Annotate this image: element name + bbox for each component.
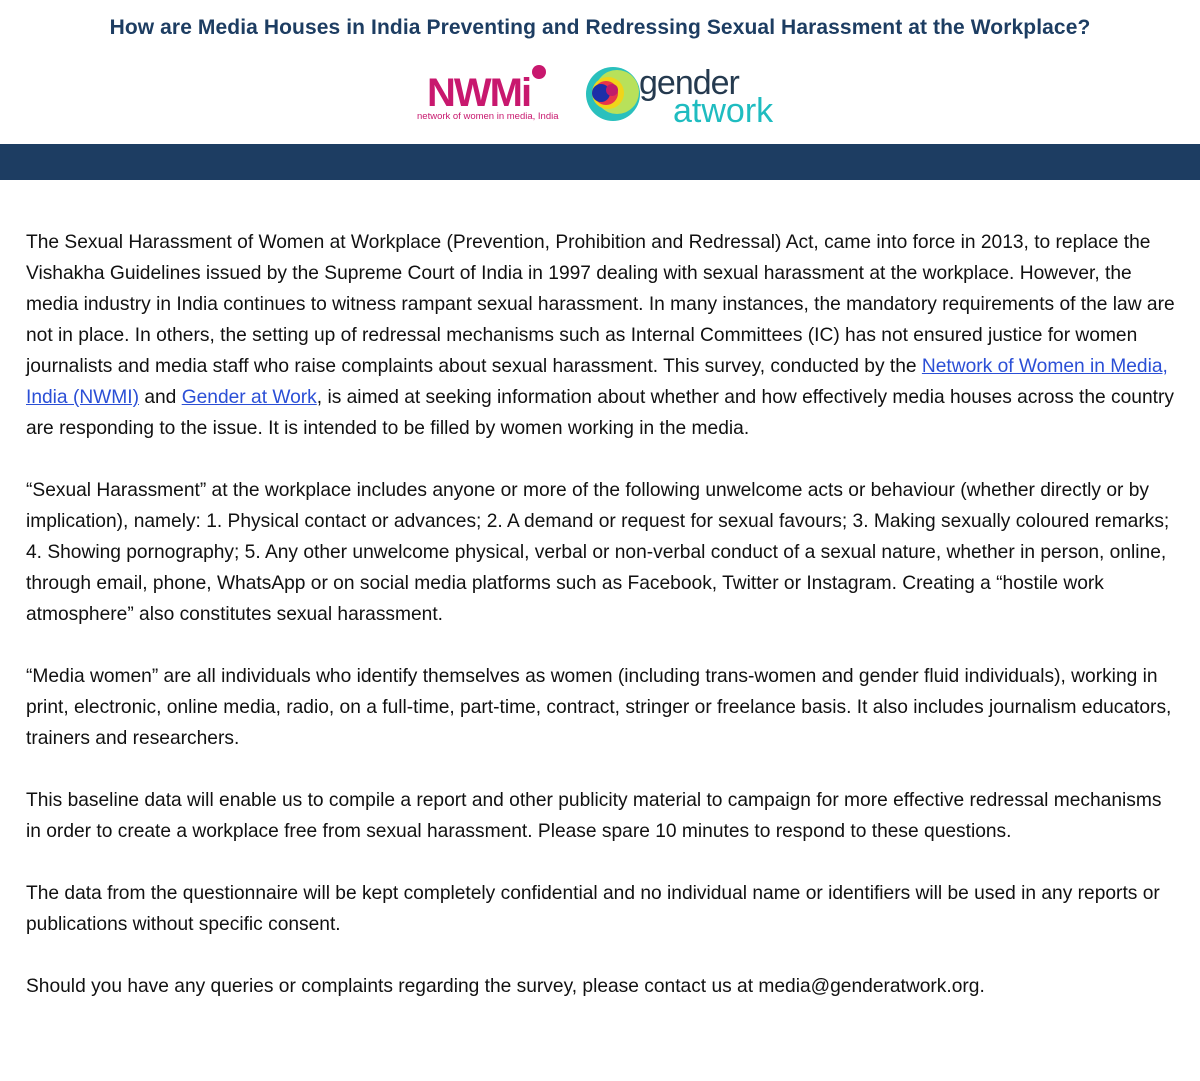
- nwmi-wordmark: NWMi: [427, 71, 530, 115]
- logo-row: NWMi network of women in media, India ge…: [0, 62, 1200, 130]
- gaw-wordmark-line2: atwork: [673, 92, 774, 128]
- nwmi-tagline: network of women in media, India: [417, 111, 559, 122]
- baseline-data-paragraph: This baseline data will enable us to com…: [26, 790, 1162, 842]
- nwmi-logo: NWMi network of women in media, India: [415, 62, 565, 124]
- nwmi-logo-dot: [532, 65, 546, 79]
- header-banner: [0, 144, 1200, 180]
- survey-description: The Sexual Harassment of Women at Workpl…: [26, 227, 1176, 1033]
- confidentiality-paragraph: The data from the questionnaire will be …: [26, 883, 1160, 935]
- contact-paragraph: Should you have any queries or complaint…: [26, 976, 985, 997]
- sexual-harassment-definition-paragraph: “Sexual Harassment” at the workplace inc…: [26, 480, 1170, 625]
- page-title: How are Media Houses in India Preventing…: [109, 16, 1091, 39]
- intro-paragraph: The Sexual Harassment of Women at Workpl…: [26, 232, 1175, 439]
- nwmi-logo-graphic: NWMi network of women in media, India: [417, 65, 559, 122]
- gender-at-work-link[interactable]: Gender at Work: [182, 387, 317, 408]
- gender-at-work-logo: gender atwork: [575, 62, 795, 130]
- gender-at-work-logo-graphic: gender atwork: [586, 64, 774, 130]
- media-women-definition-paragraph: “Media women” are all individuals who id…: [26, 666, 1172, 749]
